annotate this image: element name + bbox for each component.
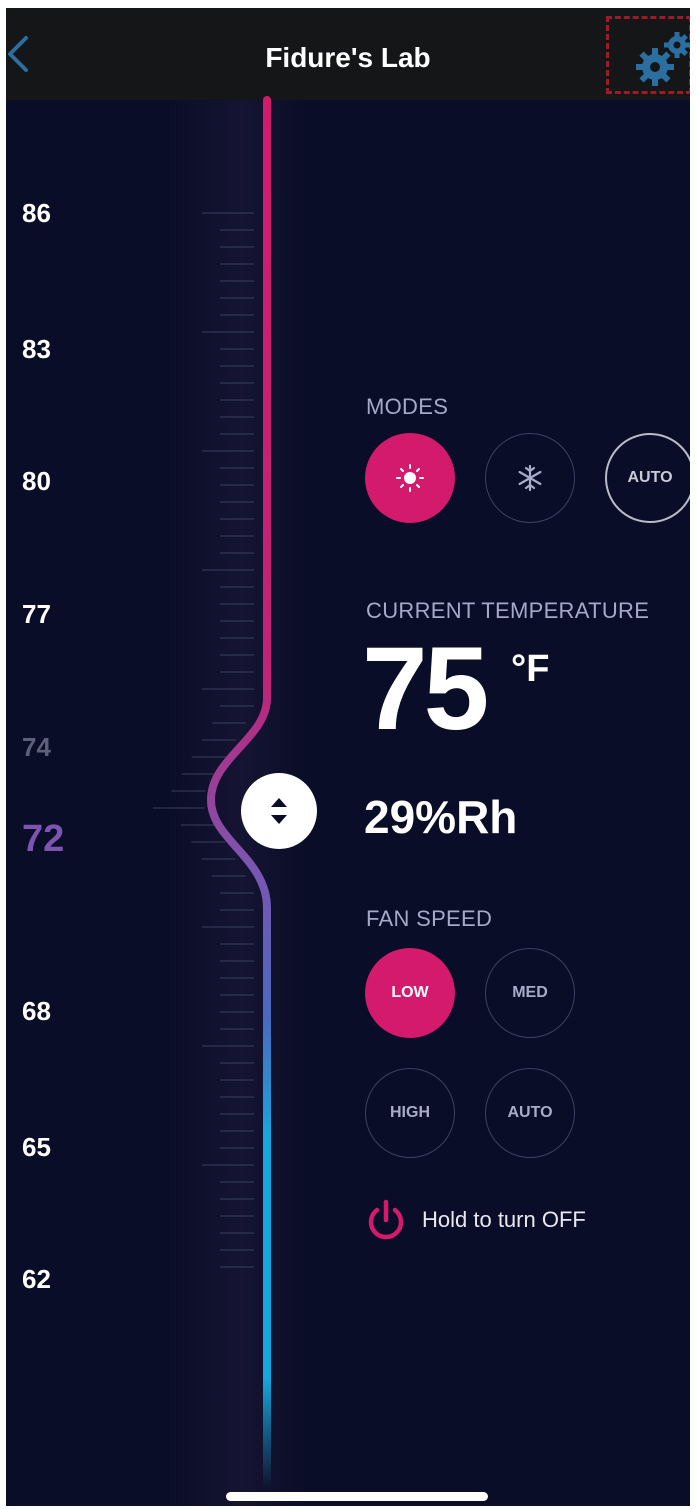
- current-temperature-value: 75: [362, 623, 489, 755]
- scale-label-current: 72: [22, 818, 65, 860]
- power-icon: [368, 1199, 404, 1240]
- humidity-value: 29%Rh: [364, 791, 518, 843]
- temperature-slider-thumb[interactable]: [241, 773, 317, 849]
- up-down-arrows-icon: [271, 798, 287, 824]
- fan-auto-button[interactable]: AUTO: [485, 1068, 575, 1158]
- scale-label-62: 62: [22, 1264, 51, 1294]
- thermostat-screen: Fidure's Lab 86 83 80 77 74 72 68 65 62 …: [6, 8, 690, 1506]
- power-off-control[interactable]: Hold to turn OFF: [364, 1198, 586, 1242]
- scale-label-74: 74: [22, 732, 51, 762]
- mode-auto-button[interactable]: AUTO: [605, 433, 690, 523]
- temperature-unit: °F: [511, 648, 550, 690]
- scale-label-65: 65: [22, 1132, 51, 1162]
- scale-label-77: 77: [22, 599, 51, 629]
- home-indicator[interactable]: [226, 1492, 488, 1501]
- scale-label-86: 86: [22, 198, 51, 228]
- scale-label-80: 80: [22, 466, 51, 496]
- fan-speed-label: FAN SPEED: [366, 906, 493, 931]
- modes-label: MODES: [366, 394, 449, 419]
- temperature-slider-track[interactable]: [6, 8, 690, 1506]
- fan-med-button[interactable]: MED: [485, 948, 575, 1038]
- fan-low-button[interactable]: LOW: [365, 948, 455, 1038]
- scale-label-68: 68: [22, 996, 51, 1026]
- fan-high-button[interactable]: HIGH: [365, 1068, 455, 1158]
- power-off-label: Hold to turn OFF: [422, 1207, 586, 1232]
- mode-cool-button[interactable]: [485, 433, 575, 523]
- scale-label-83: 83: [22, 334, 51, 364]
- current-temperature-label: CURRENT TEMPERATURE: [366, 598, 650, 623]
- mode-heat-button[interactable]: [365, 433, 455, 523]
- sun-icon: [396, 464, 424, 492]
- snowflake-icon: [518, 464, 542, 492]
